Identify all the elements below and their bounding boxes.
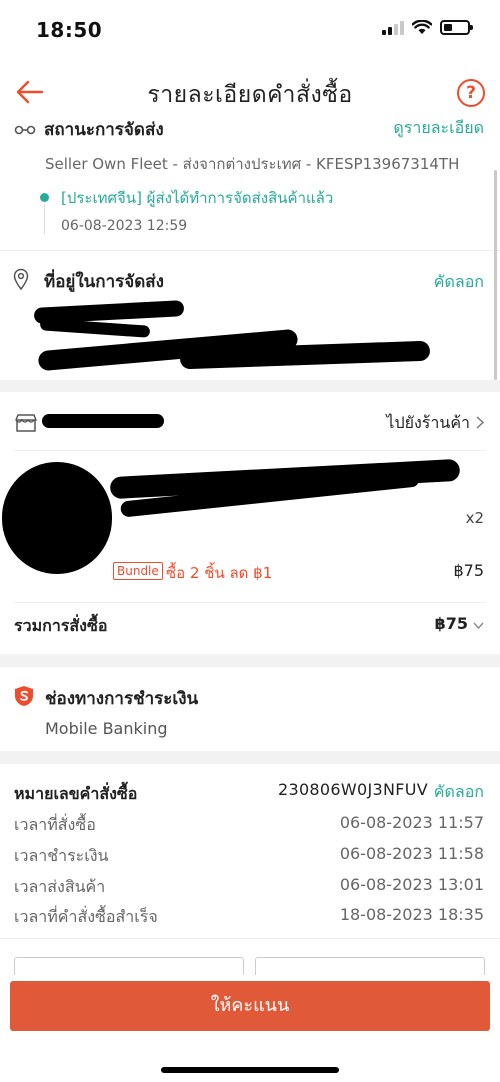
order-number-value: 230806W0J3NFUV	[277, 780, 428, 799]
status-icons	[382, 20, 473, 35]
ship-time-value: 06-08-2023 13:01	[339, 875, 484, 894]
app-header: รายละเอียดคำสั่งซื้อ ?	[0, 62, 500, 122]
shipping-detail-link[interactable]: ดูรายละเอียด	[393, 116, 484, 141]
redacted-product-image	[2, 462, 112, 574]
order-info-section: หมายเลขคำสั่งซื้อ 230806W0J3NFUV คัดลอก …	[0, 764, 500, 975]
order-number-copy-link[interactable]: คัดลอก	[434, 780, 484, 805]
tracking-status[interactable]: [ประเทศจีน] ผู้ส่งได้ทำการจัดส่งสินค้าแล…	[61, 186, 333, 210]
payment-section: ช่องทางการชำระเงิน Mobile Banking	[0, 667, 500, 751]
truck-icon	[14, 125, 36, 135]
battery-icon	[440, 20, 473, 35]
chevron-right-icon	[476, 416, 484, 429]
status-bar: 18:50	[0, 0, 500, 62]
item-quantity: x2	[465, 509, 484, 527]
payment-method-title: ช่องทางการชำระเงิน	[45, 689, 199, 709]
item-price: ฿75	[453, 561, 484, 580]
shipping-carrier: Seller Own Fleet - ส่งจากต่างประเทศ - KF…	[45, 155, 460, 173]
scrollbar[interactable]	[494, 170, 497, 380]
help-button[interactable]: ?	[457, 79, 485, 107]
store-icon	[15, 414, 37, 432]
location-pin-icon	[13, 268, 29, 290]
order-total-value[interactable]: ฿75	[435, 614, 468, 633]
address-title: ที่อยู่ในการจัดส่ง	[44, 272, 164, 292]
tracking-line	[44, 204, 45, 234]
address-copy-link[interactable]: คัดลอก	[434, 270, 484, 295]
order-time-value: 06-08-2023 11:57	[339, 813, 484, 832]
signal-icon	[382, 20, 404, 35]
order-detail-page: 18:50 รายละเอียดคำสั่งซื้อ ? สถานะการจัด…	[0, 0, 500, 1082]
redacted-phone	[39, 318, 151, 338]
order-number-label: หมายเลขคำสั่งซื้อ	[14, 784, 138, 803]
order-total-label: รวมการสั่งซื้อ	[14, 616, 108, 635]
tracking-dot	[40, 193, 49, 202]
divider	[14, 602, 486, 603]
address-block: ที่อยู่ในการจัดส่ง คัดลอก	[0, 250, 500, 380]
redacted-shop-name	[42, 414, 164, 428]
payment-method-value: Mobile Banking	[45, 719, 168, 738]
shipping-status-title: สถานะการจัดส่ง	[44, 120, 164, 140]
battery-level	[444, 24, 452, 31]
wifi-icon	[412, 20, 432, 34]
page-title: รายละเอียดคำสั่งซื้อ	[147, 82, 353, 108]
home-indicator[interactable]	[161, 1067, 339, 1073]
shop-section: ไปยังร้านค้า x2 Bundle ซื้อ 2 ชิ้น ลด ฿1…	[0, 392, 500, 654]
payment-time-label: เวลาชำระเงิน	[14, 846, 109, 865]
shipping-section: สถานะการจัดส่ง ดูรายละเอียด Seller Own F…	[0, 118, 500, 380]
go-to-shop-link[interactable]: ไปยังร้านค้า	[386, 411, 470, 436]
bundle-discount-text: ซื้อ 2 ชิ้น ลด ฿1	[166, 564, 273, 582]
ship-time-label: เวลาส่งสินค้า	[14, 877, 106, 896]
shopeepay-icon	[15, 686, 33, 706]
divider	[0, 938, 500, 939]
bundle-tag: Bundle	[113, 562, 163, 580]
status-time: 18:50	[36, 18, 103, 42]
bottom-action-bar: ให้คะแนน	[0, 975, 500, 1082]
chevron-down-icon[interactable]	[473, 622, 484, 629]
rate-button[interactable]: ให้คะแนน	[10, 981, 490, 1031]
order-time-label: เวลาที่สั่งซื้อ	[14, 815, 96, 834]
divider	[14, 450, 486, 451]
payment-time-value: 06-08-2023 11:58	[339, 844, 484, 863]
complete-time-value: 18-08-2023 18:35	[339, 905, 484, 924]
complete-time-label: เวลาที่คำสั่งซื้อสำเร็จ	[14, 907, 158, 926]
tracking-time: 06-08-2023 12:59	[61, 218, 188, 234]
